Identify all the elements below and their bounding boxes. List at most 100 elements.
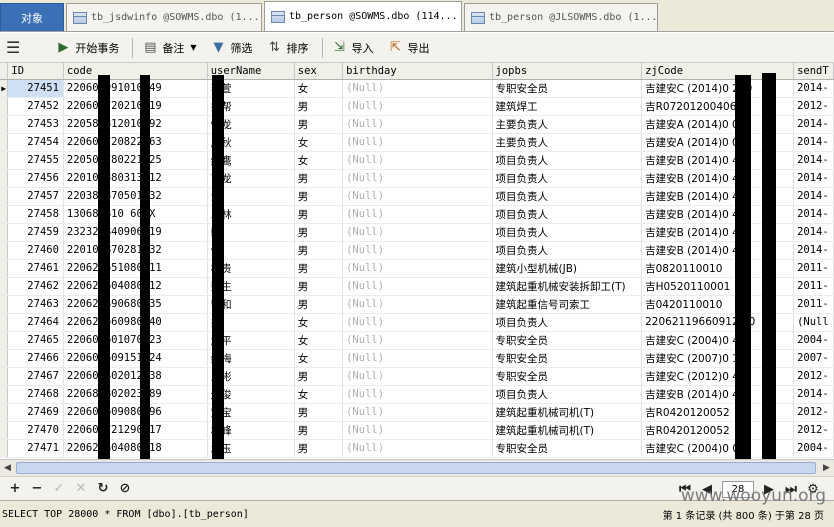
row-selector[interactable]: ▶	[0, 79, 9, 98]
cell-code[interactable]: 220109870281032	[63, 241, 208, 260]
cell-code[interactable]: 220609721290917	[63, 421, 208, 440]
cell-id[interactable]: 27460	[7, 241, 64, 260]
cell-birthday[interactable]: (Null)	[342, 79, 493, 98]
cell-sendt[interactable]: 2014-	[793, 115, 834, 134]
cell-sex[interactable]: 男	[294, 115, 344, 134]
cell-sendt[interactable]: 2012-	[793, 403, 834, 422]
refresh-button[interactable]: ↻	[92, 479, 114, 499]
cell-sendt[interactable]: 2014-	[793, 169, 834, 188]
stop-button[interactable]: ⊘	[114, 479, 136, 499]
row-selector[interactable]	[0, 151, 9, 170]
table-row[interactable]: 27459232329840906719朝男(Null)项目负责人吉建安B (2…	[0, 223, 834, 242]
table-row[interactable]: 27465220608601070323淑平女(Null)专职安全员吉建安C (…	[0, 331, 834, 350]
cell-sex[interactable]: 男	[294, 205, 344, 224]
row-selector[interactable]	[0, 133, 9, 152]
table-row[interactable]: 27463220628690680735守和男(Null)建筑起重信号司索工吉0…	[0, 295, 834, 314]
cell-code[interactable]: 220628660980540	[63, 313, 208, 332]
cell-id[interactable]: 27454	[7, 133, 64, 152]
cell-sendt[interactable]: 2012-	[793, 421, 834, 440]
cell-birthday[interactable]: (Null)	[342, 205, 493, 224]
cell-sendt[interactable]: 2011-	[793, 277, 834, 296]
row-selector[interactable]	[0, 439, 9, 458]
cell-jopbs[interactable]: 主要负责人	[492, 115, 643, 134]
row-selector[interactable]	[0, 187, 9, 206]
cell-sex[interactable]: 男	[294, 223, 344, 242]
cell-id[interactable]: 27467	[7, 367, 64, 386]
cell-sendt[interactable]: (Null	[793, 313, 834, 332]
cell-birthday[interactable]: (Null)	[342, 367, 493, 386]
row-selector[interactable]	[0, 367, 9, 386]
cell-sendt[interactable]: 2011-	[793, 259, 834, 278]
cell-code[interactable]: 220509780221025	[63, 151, 208, 170]
row-selector[interactable]	[0, 241, 9, 260]
cell-sex[interactable]: 男	[294, 403, 344, 422]
cell-jopbs[interactable]: 主要负责人	[492, 133, 643, 152]
cell-code[interactable]: 220609720210919	[63, 97, 208, 116]
cell-birthday[interactable]: (Null)	[342, 169, 493, 188]
cell-birthday[interactable]: (Null)	[342, 439, 493, 458]
cell-jopbs[interactable]: 建筑小型机械(JB)	[492, 259, 643, 278]
cell-id[interactable]: 27458	[7, 205, 64, 224]
table-row[interactable]: 27464220628660980540杰女(Null)项目负责人2206211…	[0, 313, 834, 332]
cell-sex[interactable]: 男	[294, 259, 344, 278]
cell-sendt[interactable]: 2014-	[793, 223, 834, 242]
row-selector[interactable]	[0, 277, 9, 296]
cell-jopbs[interactable]: 专职安全员	[492, 439, 643, 458]
cell-sendt[interactable]: 2012-	[793, 367, 834, 386]
cell-code[interactable]: 232329840906719	[63, 223, 208, 242]
cell-birthday[interactable]: (Null)	[342, 133, 493, 152]
column-header-sex[interactable]: sex	[294, 63, 344, 80]
cell-jopbs[interactable]: 建筑起重机械司机(T)	[492, 403, 643, 422]
cell-id[interactable]: 27453	[7, 115, 64, 134]
table-row[interactable]: 27468220687802023489连俊女(Null)项目负责人吉建安B (…	[0, 385, 834, 404]
filter-button[interactable]: ▼ 筛选	[206, 36, 258, 60]
cell-jopbs[interactable]: 建筑焊工	[492, 97, 643, 116]
cell-id[interactable]: 27471	[7, 439, 64, 458]
discard-changes-button[interactable]: ✕	[70, 479, 92, 499]
cell-birthday[interactable]: (Null)	[342, 421, 493, 440]
column-header-code[interactable]: code	[63, 63, 208, 80]
row-selector[interactable]	[0, 331, 9, 350]
tab-tb-person-sowms[interactable]: tb_person @SOWMS.dbo (114...	[264, 1, 462, 31]
tab-objects[interactable]: 对象	[0, 3, 64, 31]
cell-birthday[interactable]: (Null)	[342, 223, 493, 242]
table-row[interactable]: 27462220628604080712荣生男(Null)建筑起重机械安装拆卸工…	[0, 277, 834, 296]
row-selector[interactable]	[0, 295, 9, 314]
cell-id[interactable]: 27457	[7, 187, 64, 206]
cell-sendt[interactable]: 2014-	[793, 241, 834, 260]
table-row[interactable]: 27470220609721290917林峰男(Null)建筑起重机械司机(T)…	[0, 421, 834, 440]
table-row[interactable]: 27467220607402012438玉彬男(Null)专职安全员吉建安C (…	[0, 367, 834, 386]
cell-code[interactable]: 220607609151224	[63, 349, 208, 368]
cell-id[interactable]: 27459	[7, 223, 64, 242]
cell-birthday[interactable]: (Null)	[342, 259, 493, 278]
cell-birthday[interactable]: (Null)	[342, 187, 493, 206]
cell-birthday[interactable]: (Null)	[342, 151, 493, 170]
cell-jopbs[interactable]: 专职安全员	[492, 79, 643, 98]
row-selector[interactable]	[0, 205, 9, 224]
cell-code[interactable]: 130688810 605X	[63, 205, 208, 224]
row-selector[interactable]	[0, 403, 9, 422]
cell-code[interactable]: 220387870501032	[63, 187, 208, 206]
cell-id[interactable]: 27456	[7, 169, 64, 188]
cell-sex[interactable]: 女	[294, 151, 344, 170]
cell-sendt[interactable]: 2004-	[793, 331, 834, 350]
row-selector[interactable]	[0, 313, 9, 332]
cell-code[interactable]: 220601991010349	[63, 79, 208, 98]
cell-birthday[interactable]: (Null)	[342, 97, 493, 116]
cell-sex[interactable]: 女	[294, 79, 344, 98]
table-row[interactable]: 27453220588812010192恒龙男(Null)主要负责人吉建安A (…	[0, 115, 834, 134]
cell-birthday[interactable]: (Null)	[342, 241, 493, 260]
cell-birthday[interactable]: (Null)	[342, 115, 493, 134]
column-header-jopbs[interactable]: jopbs	[492, 63, 643, 80]
table-row[interactable]: ▶27451220601991010349茗萱女(Null)专职安全员吉建安C …	[0, 79, 834, 98]
row-selector[interactable]	[0, 421, 9, 440]
cell-jopbs[interactable]: 专职安全员	[492, 367, 643, 386]
tab-tb-jsdwinfo[interactable]: tb_jsdwinfo @SOWMS.dbo (1...	[66, 3, 262, 31]
cell-sendt[interactable]: 2014-	[793, 79, 834, 98]
row-selector[interactable]	[0, 223, 9, 242]
table-row[interactable]: 27452220609720210919振帮男(Null)建筑焊工吉R07201…	[0, 97, 834, 116]
cell-id[interactable]: 27461	[7, 259, 64, 278]
cell-jopbs[interactable]: 项目负责人	[492, 313, 643, 332]
cell-sex[interactable]: 男	[294, 439, 344, 458]
row-selector[interactable]	[0, 259, 9, 278]
